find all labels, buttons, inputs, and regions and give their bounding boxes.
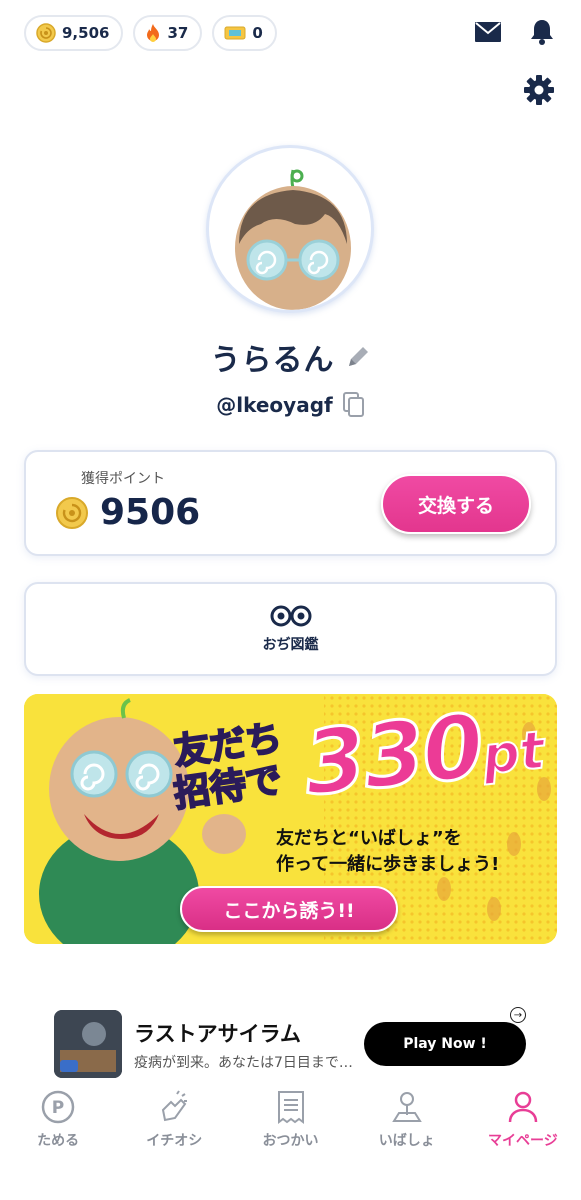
tab-mypage[interactable]: マイページ [465,1084,581,1154]
ad-play-button[interactable]: Play Now ! [364,1022,526,1066]
copy-icon[interactable] [342,392,365,418]
coin-balance: 9,506 [62,24,110,42]
profile-avatar[interactable] [206,145,374,313]
person-icon [503,1088,543,1126]
ticket-icon [224,25,246,41]
coin-balance-pill[interactable]: 9,506 [24,15,124,51]
coin-icon [56,496,88,529]
points-value: 9506 [100,492,201,533]
ad-description: 疫病が到来。あなたは7日目まで… [134,1055,353,1071]
profile-handle: @lkeoyagf [216,393,333,417]
tab-label: おつかい [262,1133,319,1149]
coin-icon [36,23,56,43]
exchange-button[interactable]: 交換する [381,474,531,534]
banner-unit: pt [478,720,548,788]
banner-subtext: 友だちと“いばしょ”を 作って一緒に歩きましょう! [276,826,499,878]
points-card: 獲得ポイント 9506 交換する [24,450,557,556]
banner-cta-button[interactable]: ここから誘う!! [180,886,398,932]
ad-title: ラストアサイラム [134,1022,301,1046]
settings-button[interactable] [521,74,557,110]
tab-label: イチオシ [146,1133,203,1149]
ticket-count: 0 [252,24,263,42]
svg-text:P: P [52,1098,64,1118]
map-pin-icon [387,1088,427,1126]
bell-icon[interactable] [527,17,557,47]
fire-icon [145,23,161,43]
tab-ichioshi[interactable]: イチオシ [116,1084,232,1154]
spiral-glasses-icon [269,604,313,628]
mail-icon[interactable] [473,17,503,47]
tab-label: いばしょ [378,1133,435,1149]
points-value-row: 9506 [56,492,200,533]
top-actions [449,14,557,50]
streak-pill[interactable]: 37 [133,15,203,51]
streak-count: 37 [167,24,189,42]
bottom-tab-bar: P ためる イチオシ おつかい いばしょ マイページ [0,1084,581,1154]
ad-thumbnail [54,1010,122,1078]
banner-amount: 330 [298,694,488,817]
snap-hand-icon [154,1088,194,1126]
zukan-card[interactable]: おぢ図鑑 [24,582,557,676]
ad-banner[interactable]: ラストアサイラム 疫病が到来。あなたは7日目まで… Play Now ! → [54,1007,534,1080]
tab-otsukai[interactable]: おつかい [232,1084,348,1154]
ticket-pill[interactable]: 0 [212,15,277,51]
edit-pencil-icon[interactable] [345,344,371,370]
points-p-icon: P [38,1088,78,1126]
tab-label: ためる [37,1133,80,1149]
profile-name-row: うらるん [0,335,581,379]
banner-sub2: 作って一緒に歩きましょう! [276,854,500,876]
banner-invite-text: 友だち 招待で [171,717,286,817]
tab-ibasho[interactable]: いばしょ [349,1084,465,1154]
profile-name: うらるん [210,343,335,378]
gear-icon [523,74,555,110]
banner-sub1: 友だちと“いばしょ”を [276,828,462,849]
ad-choices-arrow-icon[interactable]: → [510,1007,526,1023]
invite-banner[interactable]: 友だち 招待で 330 pt 友だちと“いばしょ”を 作って一緒に歩きましょう!… [24,694,557,944]
profile-handle-row: @lkeoyagf [0,392,581,418]
tab-tameru[interactable]: P ためる [0,1084,116,1154]
points-label: 獲得ポイント [81,471,165,487]
receipt-icon [271,1088,311,1126]
top-status-bar: 9,506 37 0 [24,14,557,52]
zukan-label: おぢ図鑑 [262,637,319,653]
tab-label: マイページ [488,1133,558,1149]
